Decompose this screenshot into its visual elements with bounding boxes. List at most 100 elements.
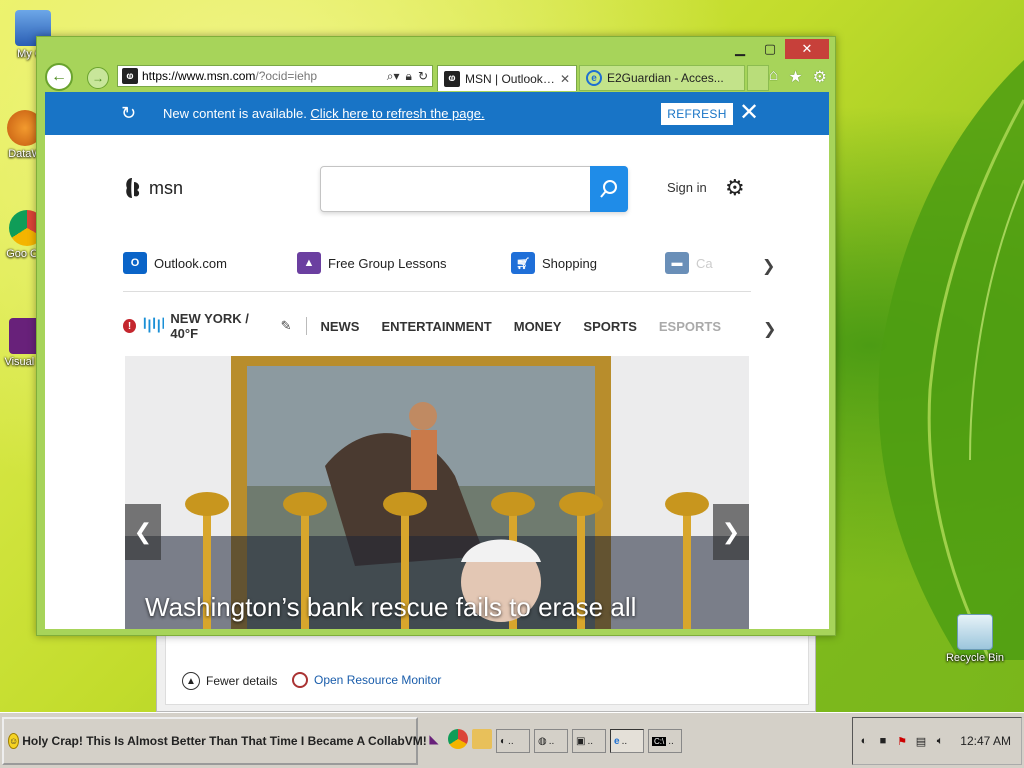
command-prompt-icon: C:\	[652, 736, 667, 746]
leaf-decoration	[878, 60, 1024, 660]
tab-label: MSN | Outlook, ...	[465, 71, 555, 86]
resource-monitor-label: Open Resource Monitor	[314, 673, 442, 687]
back-button[interactable]: ←	[45, 63, 73, 91]
tab-label: E2Guardian - Acces...	[607, 71, 724, 85]
nav-entertainment[interactable]: ENTERTAINMENT	[381, 319, 491, 334]
address-url: https://www.msn.com/?ocid=iehp	[142, 69, 318, 83]
sign-in-link[interactable]: Sign in	[667, 180, 707, 195]
hero-headline[interactable]: Washington’s bank rescue fails to erase …	[145, 592, 636, 623]
search-icon	[600, 180, 617, 198]
weather-location[interactable]: NEW YORK / 40°F	[170, 311, 272, 341]
smiley-icon: ☺	[8, 733, 20, 749]
settings-gear-icon[interactable]: ⚙	[725, 175, 745, 201]
carousel-next-button[interactable]: ❯	[713, 504, 749, 560]
search-dropdown-icon[interactable]: ⌕▾	[387, 69, 400, 84]
chrome-icon[interactable]	[448, 729, 468, 749]
search-box	[320, 166, 628, 212]
category-nav: ! NEW YORK / 40°F ✎ NEWS ENTERTAINMENT M…	[123, 311, 743, 341]
quick-link-cars[interactable]: ▬ Ca	[665, 252, 713, 274]
weather-alert-icon[interactable]: !	[123, 319, 137, 333]
visual-studio-icon[interactable]: ◣	[424, 729, 444, 749]
favorites-star-icon[interactable]: ★	[788, 67, 802, 87]
hero-carousel[interactable]: ❮ ❯ Washington’s bank rescue fails to er…	[125, 356, 749, 629]
new-tab-button[interactable]	[747, 65, 769, 91]
tray-network-icon[interactable]: ▤	[914, 734, 928, 748]
maximize-button[interactable]: ▢	[755, 39, 785, 59]
clock[interactable]: 12:47 AM	[960, 734, 1021, 748]
car-icon: ▬	[665, 252, 689, 274]
msn-logo[interactable]: msn	[123, 176, 183, 200]
forward-button[interactable]: →	[87, 67, 109, 89]
divider	[123, 291, 751, 292]
desktop-icon-recycle-bin[interactable]: Recycle Bin	[940, 614, 1010, 665]
fewer-details-label: Fewer details	[206, 674, 278, 688]
tab-msn[interactable]: ⱷ MSN | Outlook, ... ✕	[437, 65, 577, 91]
volume-icon[interactable]: 🔈︎	[933, 734, 947, 748]
refresh-notification-bar: ↻ New content is available. Click here t…	[45, 92, 829, 135]
rain-icon	[143, 317, 165, 333]
task-manager-window: ▲ Fewer details Open Resource Monitor	[156, 632, 816, 712]
page-viewport: ↻ New content is available. Click here t…	[45, 92, 829, 629]
browser-toolbar: ← → ⱷ https://www.msn.com/?ocid=iehp ⌕▾ …	[37, 61, 835, 93]
chevron-right-icon: ❯	[721, 519, 741, 544]
quick-link-shopping[interactable]: 🛒︎ Shopping	[511, 252, 597, 274]
nav-sports[interactable]: SPORTS	[583, 319, 636, 334]
search-input[interactable]	[329, 173, 585, 205]
nav-separator	[305, 317, 307, 335]
carousel-prev-button[interactable]: ❮	[125, 504, 161, 560]
quick-links: O Outlook.com ▲ Free Group Lessons 🛒︎ Sh…	[123, 252, 753, 282]
fewer-details-button[interactable]: ▲ Fewer details	[182, 672, 277, 690]
address-bar[interactable]: ⱷ https://www.msn.com/?ocid=iehp ⌕▾ 🔒︎ ↻	[117, 65, 433, 87]
arrow-left-icon: ←	[51, 68, 67, 85]
tray-stop-icon[interactable]: ■	[876, 734, 890, 748]
search-button[interactable]	[590, 166, 628, 212]
refresh-icon[interactable]: ↻	[418, 69, 428, 84]
task-manager-footer: ▲ Fewer details Open Resource Monitor	[165, 633, 809, 705]
refresh-page-link[interactable]: Click here to refresh the page.	[310, 106, 484, 121]
hero-image	[125, 356, 749, 629]
lock-icon[interactable]: 🔒︎	[406, 69, 412, 84]
notification-message: New content is available. Click here to …	[163, 106, 485, 121]
chevron-left-icon: ❮	[133, 519, 153, 544]
edit-pencil-icon[interactable]: ✎	[281, 318, 292, 334]
settings-gear-icon[interactable]: ⚙	[813, 67, 827, 87]
home-icon[interactable]: ⌂	[769, 67, 779, 87]
recycle-bin-icon	[957, 614, 993, 650]
ie-tab-icon: e	[586, 70, 602, 86]
nav-news[interactable]: NEWS	[320, 319, 359, 334]
taskbar-app-2[interactable]: ◍..	[534, 729, 568, 753]
nav-money[interactable]: MONEY	[514, 319, 562, 334]
app-icon: ◐	[500, 735, 507, 747]
taskbar-app-ie[interactable]: e..	[610, 729, 644, 753]
folder-icon[interactable]	[472, 729, 492, 749]
quick-links-next-chevron-icon[interactable]: ❯	[762, 256, 775, 276]
msn-butterfly-icon	[126, 178, 140, 198]
close-tab-icon[interactable]: ✕	[560, 72, 570, 86]
taskbar: ☺ Holy Crap! This Is Almost Better Than …	[0, 712, 1024, 768]
close-notification-icon[interactable]: ✕	[739, 98, 759, 127]
shopping-cart-icon: 🛒︎	[511, 252, 535, 274]
minimize-button[interactable]: ▁	[725, 39, 755, 59]
nav-next-chevron-icon[interactable]: ❯	[763, 319, 776, 339]
nav-esports[interactable]: ESPORTS	[659, 319, 721, 334]
internet-explorer-window: ▁ ▢ ✕ ← → ⱷ https://www.msn.com/?ocid=ie…	[36, 36, 836, 636]
outlook-icon: O	[123, 252, 147, 274]
start-button[interactable]: ☺ Holy Crap! This Is Almost Better Than …	[2, 717, 427, 765]
tray-status-icon[interactable]: ◐	[857, 734, 871, 748]
taskbar-app-cmd[interactable]: C:\..	[648, 729, 682, 753]
taskbar-app-1[interactable]: ◐..	[496, 729, 530, 753]
address-tools: ⌕▾ 🔒︎ ↻	[387, 69, 432, 84]
tray-network-error-icon[interactable]: ⚑	[895, 734, 909, 748]
taskbar-app-3[interactable]: ▣..	[572, 729, 606, 753]
window-controls: ▁ ▢ ✕	[725, 39, 829, 59]
browser-right-tools: ⌂ ★ ⚙	[769, 67, 827, 87]
close-window-button[interactable]: ✕	[785, 39, 829, 59]
tab-e2guardian[interactable]: e E2Guardian - Acces...	[579, 65, 745, 91]
refresh-button[interactable]: REFRESH	[661, 103, 733, 125]
quick-link-outlook[interactable]: O Outlook.com	[123, 252, 227, 274]
open-resource-monitor-link[interactable]: Open Resource Monitor	[292, 672, 441, 688]
quick-launch: ◣ ◐.. ◍.. ▣.. e.. C:\..	[424, 729, 682, 753]
quick-link-free-group-lessons[interactable]: ▲ Free Group Lessons	[297, 252, 447, 274]
network-icon: ▣	[576, 735, 586, 747]
system-tray: ◐ ■ ⚑ ▤ 🔈︎ 12:47 AM	[852, 717, 1022, 765]
